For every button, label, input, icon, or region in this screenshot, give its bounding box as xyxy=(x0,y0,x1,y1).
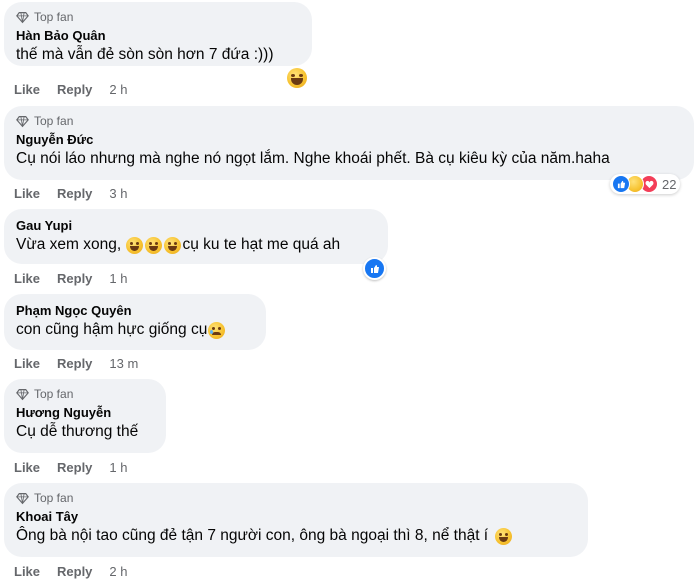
timestamp[interactable]: 2 h xyxy=(109,564,127,579)
like-button[interactable]: Like xyxy=(14,564,40,579)
comment-bubble: Top fan Khoai Tây Ông bà nội tao cũng đẻ… xyxy=(4,483,588,557)
comment-1: Top fan Hàn Bảo Quân thế mà vẫn đẻ sòn s… xyxy=(4,2,312,88)
commenter-name[interactable]: Hương Nguyễn xyxy=(16,404,154,421)
comment-3: Gau Yupi Vừa xem xong, cụ ku te hạt me q… xyxy=(4,209,388,280)
comment-actions: Like Reply 3 h xyxy=(14,186,128,201)
timestamp[interactable]: 13 m xyxy=(109,356,138,371)
comment-text-end: cụ ku te hạt me quá ah xyxy=(182,236,341,253)
comment-actions: Like Reply 2 h xyxy=(14,82,128,97)
comment-4: Phạm Ngọc Quyên con cũng hậm hực giống c… xyxy=(4,294,266,350)
badge-label: Top fan xyxy=(34,10,74,24)
diamond-icon xyxy=(16,492,29,504)
diamond-icon xyxy=(16,388,29,400)
badge-label: Top fan xyxy=(34,387,74,401)
sad-emoji-icon xyxy=(208,321,226,339)
comment-text-start: Vừa xem xong, xyxy=(16,236,126,253)
reaction-summary[interactable]: 22 xyxy=(610,174,681,194)
commenter-name[interactable]: Hàn Bảo Quân xyxy=(16,27,300,44)
comment-bubble: Top fan Nguyễn Đức Cụ nói láo nhưng mà n… xyxy=(4,106,694,180)
rofl-emoji-icon xyxy=(126,236,144,254)
laughing-emoji-icon xyxy=(287,68,307,88)
rofl-emoji-icon xyxy=(145,236,163,254)
top-fan-badge: Top fan xyxy=(16,113,682,129)
like-reaction-icon xyxy=(612,175,630,193)
comment-text-body: con cũng hậm hực giống cụ xyxy=(16,321,208,338)
top-fan-badge: Top fan xyxy=(16,490,576,506)
comment-6: Top fan Khoai Tây Ông bà nội tao cũng đẻ… xyxy=(4,483,588,557)
comment-actions: Like Reply 2 h xyxy=(14,564,128,579)
like-reaction-icon[interactable] xyxy=(363,257,386,280)
like-button[interactable]: Like xyxy=(14,460,40,475)
commenter-name[interactable]: Khoai Tây xyxy=(16,508,576,525)
timestamp[interactable]: 1 h xyxy=(109,271,127,286)
comment-2: Top fan Nguyễn Đức Cụ nói láo nhưng mà n… xyxy=(4,106,694,194)
reply-button[interactable]: Reply xyxy=(57,82,92,97)
timestamp[interactable]: 1 h xyxy=(109,460,127,475)
comment-bubble: Gau Yupi Vừa xem xong, cụ ku te hạt me q… xyxy=(4,209,388,264)
like-button[interactable]: Like xyxy=(14,82,40,97)
comment-bubble: Top fan Hương Nguyễn Cụ dễ thương thế xyxy=(4,379,166,453)
like-button[interactable]: Like xyxy=(14,186,40,201)
like-button[interactable]: Like xyxy=(14,356,40,371)
comment-text-body: Ông bà nội tao cũng đẻ tận 7 người con, … xyxy=(16,527,489,544)
comment-actions: Like Reply 13 m xyxy=(14,356,138,371)
reply-button[interactable]: Reply xyxy=(57,356,92,371)
reply-button[interactable]: Reply xyxy=(57,460,92,475)
comment-text: con cũng hậm hực giống cụ xyxy=(16,319,254,341)
comment-text: Cụ nói láo nhưng mà nghe nó ngọt lắm. Ng… xyxy=(16,150,610,167)
commenter-name[interactable]: Phạm Ngọc Quyên xyxy=(16,302,254,319)
rofl-emoji-icon xyxy=(164,236,182,254)
comment-text: thế mà vẫn đẻ sòn sòn hơn 7 đứa :))) xyxy=(16,46,274,63)
reaction-count: 22 xyxy=(662,176,677,192)
comment-text: Cụ dễ thương thế xyxy=(16,423,139,440)
comment-text: Vừa xem xong, cụ ku te hạt me quá ah xyxy=(16,234,376,256)
comment-5: Top fan Hương Nguyễn Cụ dễ thương thế xyxy=(4,379,166,453)
comment-text: Ông bà nội tao cũng đẻ tận 7 người con, … xyxy=(16,525,576,547)
timestamp[interactable]: 2 h xyxy=(109,82,127,97)
commenter-name[interactable]: Gau Yupi xyxy=(16,217,376,234)
reply-button[interactable]: Reply xyxy=(57,186,92,201)
reply-button[interactable]: Reply xyxy=(57,564,92,579)
diamond-icon xyxy=(16,115,29,127)
badge-label: Top fan xyxy=(34,491,74,505)
diamond-icon xyxy=(16,11,29,23)
grinning-emoji-icon xyxy=(495,527,513,545)
comment-actions: Like Reply 1 h xyxy=(14,271,128,286)
top-fan-badge: Top fan xyxy=(16,386,154,402)
like-button[interactable]: Like xyxy=(14,271,40,286)
reply-button[interactable]: Reply xyxy=(57,271,92,286)
timestamp[interactable]: 3 h xyxy=(109,186,127,201)
commenter-name[interactable]: Nguyễn Đức xyxy=(16,131,682,148)
comment-bubble: Phạm Ngọc Quyên con cũng hậm hực giống c… xyxy=(4,294,266,350)
top-fan-badge: Top fan xyxy=(16,9,300,25)
comment-bubble: Top fan Hàn Bảo Quân thế mà vẫn đẻ sòn s… xyxy=(4,2,312,66)
badge-label: Top fan xyxy=(34,114,74,128)
comment-actions: Like Reply 1 h xyxy=(14,460,128,475)
